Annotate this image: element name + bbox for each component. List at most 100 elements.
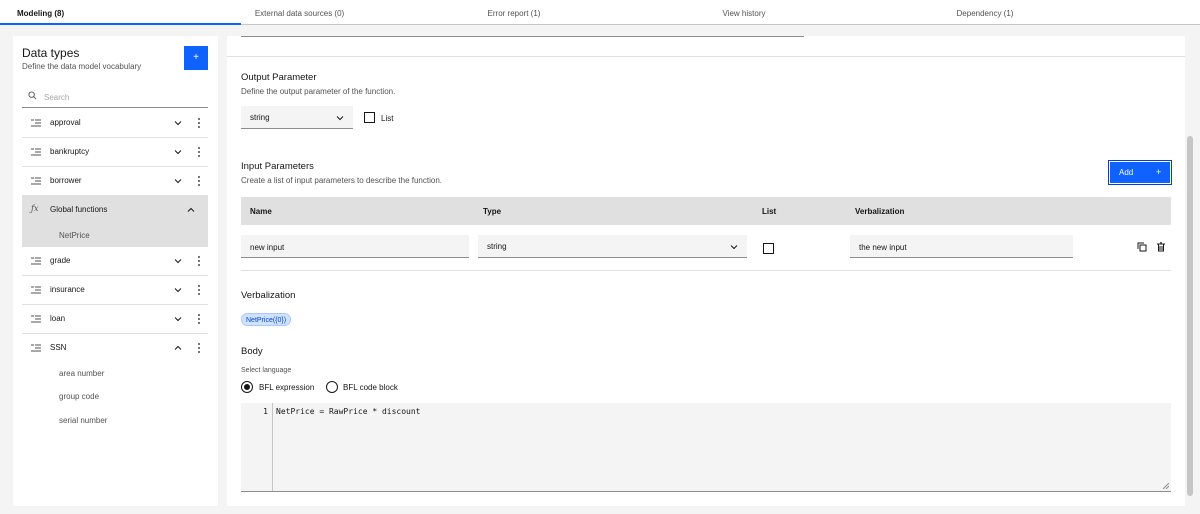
table-row: new input string the new input [241, 225, 1171, 271]
chevron-down-icon [336, 116, 344, 121]
type-icon [31, 315, 41, 323]
input-parameters-subtitle: Create a list of input parameters to des… [241, 176, 442, 185]
code-line[interactable]: NetPrice = RawPrice * discount [276, 407, 421, 416]
overflow-menu-icon[interactable] [197, 146, 201, 158]
type-icon [31, 344, 41, 352]
add-input-parameter-button[interactable]: Add + [1108, 160, 1172, 185]
radio-bfl-expression[interactable] [241, 381, 253, 393]
type-icon [31, 257, 41, 265]
radio-bfl-code-block-label: BFL code block [343, 383, 398, 392]
overflow-menu-icon[interactable] [197, 175, 201, 187]
type-icon [31, 286, 41, 294]
sidebar-item-label: bankruptcy [50, 147, 90, 156]
sidebar-item-approval[interactable]: approval [22, 109, 208, 138]
copy-icon[interactable] [1137, 242, 1147, 252]
sidebar-item-label: loan [50, 314, 66, 323]
output-list-label: List [381, 114, 394, 123]
sidebar-item-label: insurance [50, 285, 85, 294]
sidebar-item-bankruptcy[interactable]: bankruptcy [22, 138, 208, 167]
name-field-underline [241, 36, 804, 37]
code-editor[interactable]: 1 NetPrice = RawPrice * discount [241, 403, 1171, 492]
search-field [22, 86, 208, 108]
overflow-menu-icon[interactable] [197, 313, 201, 325]
add-button-label: Add [1119, 168, 1134, 177]
overflow-menu-icon[interactable] [197, 342, 201, 354]
sidebar-item-borrower[interactable]: borrower [22, 167, 208, 196]
parameter-type-select[interactable]: string [478, 235, 747, 258]
tab-dependency[interactable]: Dependency (1) [926, 0, 1044, 25]
function-icon: ƒx [31, 204, 39, 213]
body-title: Body [241, 346, 263, 357]
line-number: 1 [263, 407, 268, 416]
chevron-down-icon[interactable] [174, 257, 182, 265]
vertical-scrollbar[interactable] [1185, 36, 1195, 506]
parameter-list-checkbox[interactable] [763, 243, 774, 254]
tab-error-report[interactable]: Error report (1) [455, 0, 573, 25]
sidebar-item-label: grade [50, 256, 71, 265]
output-type-select[interactable]: string [241, 106, 353, 129]
search-input[interactable] [44, 90, 194, 104]
column-header-list: List [762, 207, 777, 216]
parameter-type-value: string [487, 242, 507, 251]
tab-view-history[interactable]: View history [685, 0, 803, 25]
output-type-value: string [250, 113, 270, 122]
parameters-table-header: Name Type List Verbalization [241, 197, 1171, 225]
parameter-verbalization-input[interactable]: the new input [850, 235, 1073, 258]
chevron-up-icon[interactable] [174, 344, 182, 352]
sidebar-child-serial-number[interactable]: serial number [59, 416, 107, 425]
overflow-menu-icon[interactable] [197, 284, 201, 296]
sidebar-item-insurance[interactable]: insurance [22, 276, 208, 305]
tab-external-data-sources[interactable]: External data sources (0) [241, 0, 358, 25]
input-parameters-title: Input Parameters [241, 161, 314, 172]
data-types-sidebar: Data types Define the data model vocabul… [13, 36, 218, 506]
type-icon [31, 148, 41, 156]
sidebar-item-global-functions[interactable]: ƒx Global functions [22, 196, 208, 225]
tab-bar: Modeling (8) External data sources (0) E… [0, 0, 1200, 25]
sidebar-group-global-functions: ƒx Global functions NetPrice [22, 196, 208, 247]
resize-handle-icon[interactable] [1163, 483, 1169, 489]
sidebar-child-group-code[interactable]: group code [59, 392, 99, 401]
column-header-name: Name [250, 207, 272, 216]
sidebar-title: Data types [22, 46, 80, 60]
sidebar-item-label: Global functions [50, 205, 108, 214]
sidebar-child-netprice[interactable]: NetPrice [59, 231, 90, 240]
sidebar-item-grade[interactable]: grade [22, 247, 208, 276]
type-icon [31, 119, 41, 127]
sidebar-item-label: SSN [50, 343, 67, 352]
chevron-down-icon [730, 245, 738, 250]
verbalization-tag: NetPrice({0}) [241, 313, 292, 326]
parameter-name-value: new input [250, 243, 285, 252]
sidebar-item-loan[interactable]: loan [22, 305, 208, 334]
divider [227, 56, 1185, 57]
chevron-down-icon[interactable] [174, 177, 182, 185]
delete-icon[interactable] [1156, 242, 1166, 252]
line-number-gutter: 1 [241, 403, 273, 491]
add-data-type-button[interactable]: + [184, 46, 208, 70]
parameter-name-input[interactable]: new input [241, 235, 469, 258]
output-parameter-title: Output Parameter [241, 72, 317, 83]
sidebar-item-label: approval [50, 118, 81, 127]
sidebar-item-ssn[interactable]: SSN [22, 334, 208, 363]
chevron-up-icon[interactable] [187, 206, 195, 214]
scrollbar-thumb[interactable] [1187, 136, 1193, 496]
column-header-verbalization: Verbalization [855, 207, 905, 216]
chevron-down-icon[interactable] [174, 315, 182, 323]
overflow-menu-icon[interactable] [197, 255, 201, 267]
output-list-checkbox[interactable] [364, 112, 375, 123]
column-header-type: Type [483, 207, 502, 216]
radio-bfl-code-block[interactable] [326, 381, 338, 393]
sidebar-subtitle: Define the data model vocabulary [22, 62, 142, 71]
select-language-label: Select language [241, 367, 292, 374]
verbalization-title: Verbalization [241, 290, 296, 301]
sidebar-child-area-number[interactable]: area number [59, 369, 104, 378]
function-editor-panel: Output Parameter Define the output param… [227, 36, 1185, 506]
chevron-down-icon[interactable] [174, 119, 182, 127]
chevron-down-icon[interactable] [174, 286, 182, 294]
add-icon: + [1156, 167, 1162, 177]
type-icon [31, 177, 41, 185]
radio-bfl-expression-label: BFL expression [259, 383, 315, 392]
overflow-menu-icon[interactable] [197, 117, 201, 129]
chevron-down-icon[interactable] [174, 148, 182, 156]
tab-modeling[interactable]: Modeling (8) [0, 0, 241, 25]
output-parameter-subtitle: Define the output parameter of the funct… [241, 87, 396, 96]
